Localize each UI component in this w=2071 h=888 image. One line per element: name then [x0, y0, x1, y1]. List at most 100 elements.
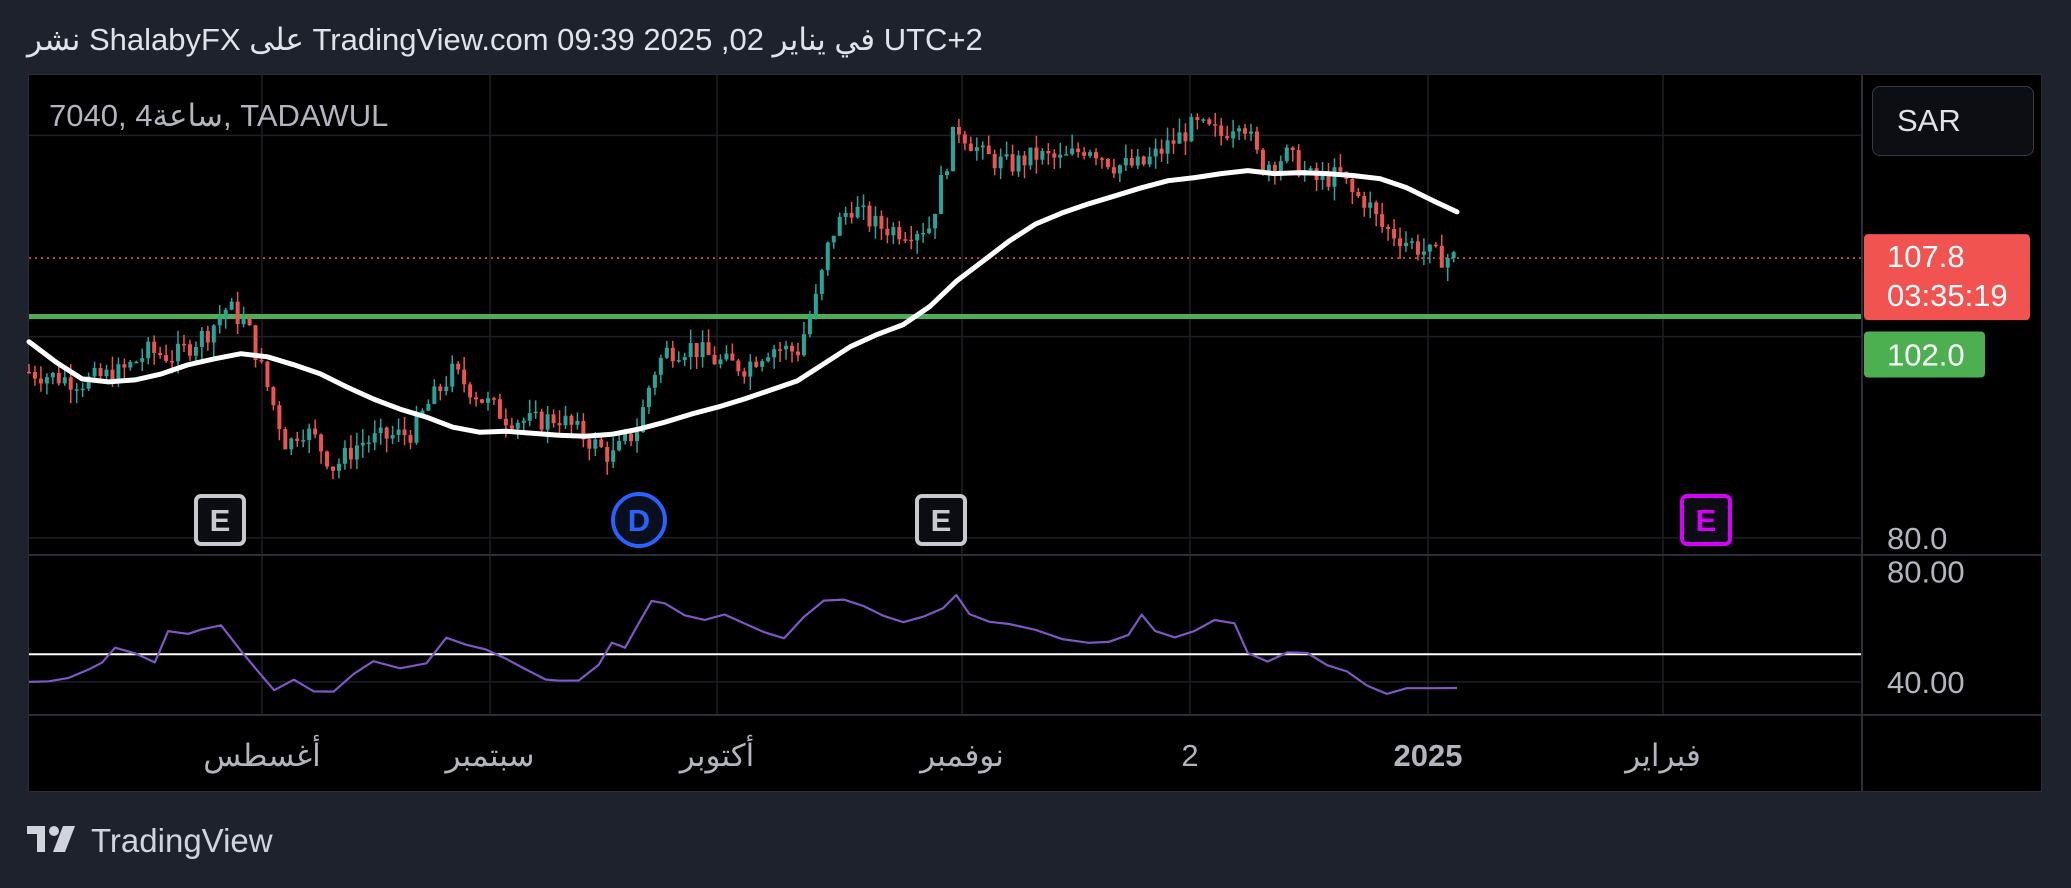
candle-body: [599, 439, 604, 447]
candle-body: [670, 347, 675, 362]
candle-body: [867, 205, 872, 227]
footer-brand[interactable]: TradingView: [27, 822, 273, 860]
candle-body: [402, 429, 407, 436]
candle-body: [456, 363, 461, 370]
candle-body: [837, 216, 842, 236]
candle-body: [1171, 140, 1176, 144]
candle-body: [360, 442, 365, 446]
candle-body: [748, 361, 753, 377]
candle-body: [1338, 167, 1343, 172]
candle-body: [861, 205, 866, 208]
candle-body: [1094, 152, 1099, 159]
candle-body: [980, 145, 985, 148]
candle-body: [921, 232, 926, 235]
candle-body: [1189, 117, 1194, 142]
brand-name: TradingView: [91, 822, 273, 859]
currency-button[interactable]: SAR: [1872, 86, 2034, 156]
candle-body: [992, 154, 997, 169]
candle-body: [354, 445, 359, 460]
candle-body: [694, 343, 699, 358]
candles: [27, 112, 1456, 480]
candle-body: [509, 425, 514, 429]
candle-body: [909, 239, 914, 242]
candle-body: [1254, 131, 1259, 150]
candle-body: [146, 341, 151, 359]
time-tick-label: أكتوبر: [678, 735, 754, 774]
candle-body: [563, 415, 568, 426]
candle-body: [486, 398, 490, 403]
candle-body: [784, 345, 789, 350]
candle-body: [801, 334, 806, 356]
candle-body: [1177, 132, 1182, 144]
candle-body: [873, 215, 878, 227]
candle-body: [199, 330, 204, 347]
candle-body: [515, 422, 520, 429]
candle-body: [1016, 155, 1021, 172]
candle-body: [611, 450, 616, 462]
candle-body: [1207, 119, 1212, 125]
candle-body: [742, 371, 747, 377]
candle-body: [1362, 195, 1367, 208]
candle-body: [1117, 165, 1122, 174]
candle-body: [1070, 148, 1075, 155]
candle-body: [676, 360, 681, 362]
candle-body: [32, 372, 37, 379]
candle-body: [766, 357, 771, 362]
candle-body: [158, 352, 163, 356]
candle-body: [1451, 252, 1456, 259]
candle-body: [1439, 245, 1444, 268]
candle-body: [313, 428, 318, 435]
candle-body: [176, 343, 181, 362]
candle-body: [1064, 154, 1069, 156]
last-price-value: 107.8: [1887, 239, 1965, 274]
candle-body: [724, 353, 729, 360]
marker-label: E: [1696, 503, 1717, 538]
candle-body: [998, 156, 1003, 169]
marker-label: D: [628, 503, 650, 538]
candle-body: [1105, 159, 1110, 168]
candle-body: [569, 415, 574, 425]
candle-body: [897, 227, 902, 240]
candle-body: [706, 342, 711, 355]
candle-body: [438, 386, 443, 392]
candle-body: [1183, 132, 1188, 142]
candle-body: [450, 363, 455, 387]
candle-body: [593, 439, 598, 449]
marker-label: E: [210, 503, 231, 538]
candle-body: [557, 423, 562, 426]
candle-body: [1159, 148, 1164, 154]
candle-body: [277, 405, 282, 430]
candle-body: [432, 386, 437, 404]
candle-body: [968, 143, 973, 151]
candle-body: [474, 397, 479, 400]
candle-body: [378, 427, 383, 434]
candle-body: [134, 361, 139, 364]
candle-body: [44, 377, 49, 384]
candle-body: [1135, 156, 1140, 166]
candle-body: [68, 377, 73, 390]
candle-body: [545, 414, 550, 430]
ma-line: [26, 168, 1460, 439]
candle-body: [336, 463, 341, 471]
candle-body: [235, 301, 240, 325]
candle-body: [164, 355, 169, 361]
candle-body: [152, 341, 157, 353]
marker-label: E: [931, 503, 952, 538]
price-tick-label: 80.0: [1887, 521, 1947, 556]
candle-body: [140, 358, 145, 362]
candle-body: [575, 421, 580, 425]
countdown-value: 03:35:19: [1887, 278, 2008, 313]
candle-body: [217, 317, 222, 326]
candle-body: [807, 316, 812, 335]
candle-body: [1409, 241, 1414, 243]
symbol-label[interactable]: 7040, 4ساعة, TADAWUL: [49, 98, 388, 134]
rsi-tick-label: 80.00: [1887, 555, 1965, 590]
candle-body: [1111, 167, 1116, 174]
candle-body: [307, 428, 312, 441]
candle-body: [271, 387, 276, 406]
candle-body: [623, 433, 628, 442]
candle-body: [1034, 147, 1039, 160]
candle-body: [331, 466, 336, 471]
candle-body: [950, 126, 955, 172]
candle-body: [1374, 202, 1379, 215]
